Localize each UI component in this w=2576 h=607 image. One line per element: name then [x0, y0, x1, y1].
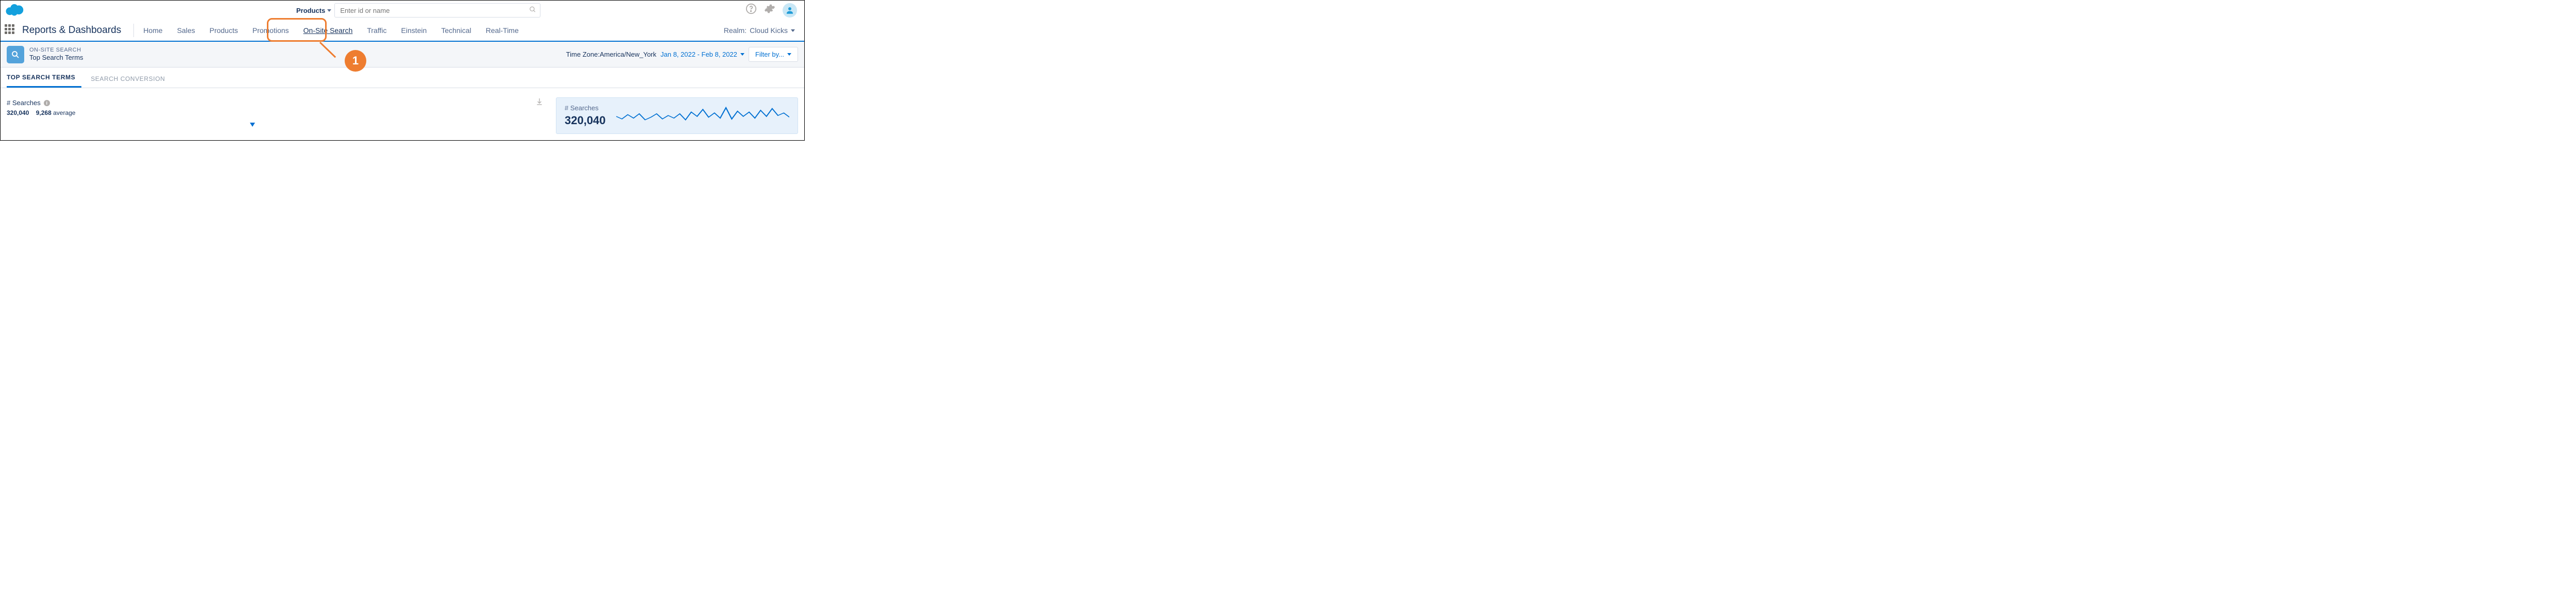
search-scope-label: Products [296, 7, 325, 14]
nav-tab-sales[interactable]: Sales [170, 20, 202, 41]
nav-tab-technical[interactable]: Technical [434, 20, 478, 41]
app-launcher-icon[interactable] [5, 24, 17, 37]
chevron-down-icon [791, 29, 795, 32]
nav-tab-home[interactable]: Home [136, 20, 170, 41]
nav-tab-promotions[interactable]: Promotions [245, 20, 296, 41]
nav-tab-traffic[interactable]: Traffic [360, 20, 394, 41]
global-search-input[interactable] [334, 3, 540, 18]
chevron-down-icon [327, 9, 331, 12]
page-tab-search-conversion[interactable]: SEARCH CONVERSION [91, 75, 171, 88]
card-kicker: # Searches [565, 104, 606, 112]
nav-tab-einstein[interactable]: Einstein [394, 20, 434, 41]
page-kicker: ON-SITE SEARCH [29, 47, 83, 54]
stat-average-suffix: average [53, 109, 75, 116]
date-range-picker[interactable]: Jan 8, 2022 - Feb 8, 2022 [660, 50, 744, 58]
chart-marker-icon [250, 123, 255, 127]
stat-total: 320,040 [7, 109, 29, 116]
chevron-down-icon [787, 53, 791, 56]
page-tab-top-search-terms[interactable]: TOP SEARCH TERMS [7, 74, 81, 88]
settings-gear-icon[interactable] [764, 3, 775, 18]
timezone-value: America/New_York [600, 50, 656, 58]
help-icon[interactable] [745, 3, 757, 18]
nav-tab-products[interactable]: Products [202, 20, 245, 41]
summary-card: # Searches 320,040 [556, 97, 798, 134]
realm-label: Realm: [724, 26, 747, 35]
stat-title: # Searches [7, 99, 41, 107]
salesforce-cloud-logo [5, 2, 28, 19]
realm-value: Cloud Kicks [750, 26, 788, 35]
callout-number-badge: 1 [345, 50, 366, 72]
callout-number: 1 [352, 54, 359, 68]
realm-selector[interactable]: Realm: Cloud Kicks [724, 26, 800, 35]
user-avatar[interactable] [783, 3, 797, 18]
info-icon[interactable]: i [44, 100, 50, 106]
app-title: Reports & Dashboards [22, 25, 121, 36]
sparkline-chart [616, 105, 789, 127]
date-range-text: Jan 8, 2022 - Feb 8, 2022 [660, 50, 737, 58]
filter-label: Filter by... [755, 50, 784, 58]
page-title: Top Search Terms [29, 54, 83, 62]
nav-tab-on-site-search[interactable]: On-Site Search [296, 20, 360, 41]
chevron-down-icon [740, 53, 744, 56]
timezone-label: Time Zone: [566, 50, 600, 58]
divider [133, 24, 134, 37]
download-icon[interactable] [535, 97, 549, 108]
filter-by-button[interactable]: Filter by... [749, 47, 798, 62]
card-value: 320,040 [565, 114, 606, 127]
nav-tab-real-time[interactable]: Real-Time [479, 20, 526, 41]
search-page-icon [7, 46, 24, 63]
stat-average: 9,268 [36, 109, 52, 116]
global-search-scope-selector[interactable]: Products [296, 7, 331, 14]
